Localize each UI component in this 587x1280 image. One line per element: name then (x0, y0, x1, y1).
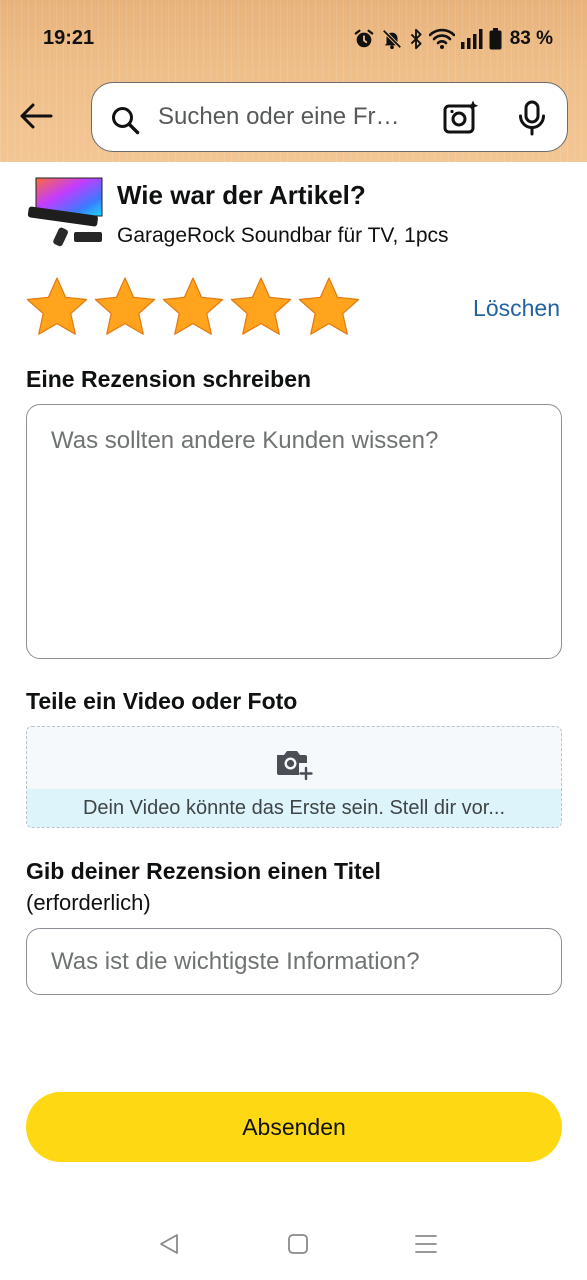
review-textarea[interactable] (26, 404, 562, 659)
search-input[interactable] (158, 100, 420, 134)
star-5[interactable] (298, 276, 360, 338)
star-4[interactable] (230, 276, 292, 338)
review-heading: Wie war der Artikel? (117, 180, 366, 210)
status-icons: 83 % (353, 26, 553, 52)
star-rating[interactable] (26, 276, 360, 338)
search-box[interactable] (91, 82, 568, 152)
star-3[interactable] (162, 276, 224, 338)
star-1[interactable] (26, 276, 88, 338)
product-thumbnail (27, 177, 103, 247)
star-2[interactable] (94, 276, 156, 338)
title-required-note: (erforderlich) (26, 890, 151, 915)
camera-search-icon[interactable] (442, 99, 480, 135)
nav-home-icon[interactable] (286, 1232, 310, 1256)
battery-icon (489, 28, 502, 50)
title-label: Gib deiner Rezension einen Titel (26, 858, 381, 884)
product-name: GarageRock Soundbar für TV, 1pcs (117, 224, 449, 247)
media-label: Teile ein Video oder Foto (26, 688, 298, 714)
submit-button[interactable]: Absenden (26, 1092, 562, 1162)
app-header: 19:21 83 % Suchen oder eine Fr… (0, 0, 587, 162)
review-label: Eine Rezension schreiben (26, 366, 312, 392)
wifi-icon (428, 28, 455, 49)
nav-back-icon[interactable] (157, 1232, 181, 1256)
clear-rating-link[interactable]: Löschen (473, 295, 560, 322)
media-upload-area[interactable]: Dein Video könnte das Erste sein. Stell … (26, 726, 562, 828)
battery-percent: 83 % (509, 28, 553, 49)
status-time: 19:21 (43, 27, 95, 49)
alarm-icon (354, 29, 374, 48)
bell-off-icon (382, 29, 402, 50)
media-caption: Dein Video könnte das Erste sein. Stell … (27, 789, 561, 827)
search-icon (112, 107, 140, 135)
bluetooth-icon (410, 28, 422, 50)
nav-recents-icon[interactable] (414, 1232, 438, 1256)
back-button[interactable] (16, 96, 56, 136)
add-photo-icon (277, 751, 313, 781)
signal-icon (460, 29, 483, 49)
back-arrow-icon (20, 103, 53, 129)
title-input[interactable] (26, 928, 562, 995)
microphone-icon[interactable] (517, 100, 547, 136)
